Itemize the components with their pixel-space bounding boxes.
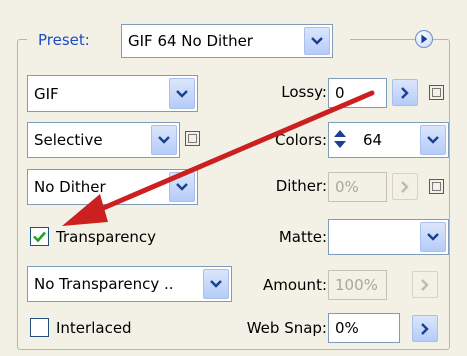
dither-algorithm-value: No Dither xyxy=(34,178,106,196)
amount-input[interactable]: 100% xyxy=(328,270,387,300)
channel-mask-icon[interactable] xyxy=(429,85,444,100)
websnap-label: Web Snap: xyxy=(246,319,327,337)
matte-select[interactable] xyxy=(328,219,449,255)
amount-value: 100% xyxy=(335,276,378,294)
chevron-down-icon[interactable] xyxy=(304,27,330,55)
websnap-value: 0% xyxy=(335,319,359,337)
chevron-down-icon[interactable] xyxy=(420,222,446,252)
transparency-dither-select[interactable]: No Transparency .. xyxy=(27,266,232,302)
preset-value: GIF 64 No Dither xyxy=(128,32,253,50)
matte-label: Matte: xyxy=(278,228,327,246)
preset-label: Preset: xyxy=(38,31,90,49)
lossy-slider-button[interactable] xyxy=(392,79,418,106)
optimize-menu-icon[interactable] xyxy=(415,30,433,48)
chevron-down-icon[interactable] xyxy=(169,172,195,202)
chevron-down-icon[interactable] xyxy=(420,125,446,155)
interlaced-checkbox[interactable] xyxy=(30,318,49,337)
chevron-down-icon[interactable] xyxy=(151,125,177,155)
dither-value: 0% xyxy=(335,178,359,196)
transparency-checkbox[interactable] xyxy=(30,227,49,246)
dither-algorithm-select[interactable]: No Dither xyxy=(27,169,198,205)
preset-select[interactable]: GIF 64 No Dither xyxy=(121,24,333,58)
interlaced-label[interactable]: Interlaced xyxy=(56,319,132,337)
transparency-dither-value: No Transparency .. xyxy=(34,275,174,293)
reduction-select[interactable]: Selective xyxy=(27,122,180,158)
chevron-down-icon[interactable] xyxy=(203,269,229,299)
channel-mask-icon[interactable] xyxy=(185,131,200,146)
lossy-value: 0 xyxy=(335,84,345,102)
dither-input[interactable]: 0% xyxy=(328,172,387,202)
format-value: GIF xyxy=(34,84,59,103)
colors-stepper[interactable] xyxy=(331,126,349,152)
dither-label: Dither: xyxy=(275,177,327,195)
colors-value: 64 xyxy=(363,131,383,149)
format-select[interactable]: GIF xyxy=(27,75,198,112)
amount-label: Amount: xyxy=(263,276,327,294)
dither-slider-button[interactable] xyxy=(392,173,418,200)
transparency-label[interactable]: Transparency xyxy=(56,228,156,246)
lossy-input[interactable]: 0 xyxy=(328,78,387,108)
chevron-down-icon[interactable] xyxy=(169,78,195,109)
reduction-value: Selective xyxy=(34,131,103,149)
channel-mask-icon[interactable] xyxy=(429,179,444,194)
lossy-label: Lossy: xyxy=(281,83,327,101)
colors-label: Colors: xyxy=(274,131,327,149)
stepper-icon xyxy=(334,130,346,148)
amount-slider-button[interactable] xyxy=(412,271,438,298)
checkmark-icon xyxy=(33,231,46,243)
websnap-slider-button[interactable] xyxy=(412,315,438,342)
websnap-input[interactable]: 0% xyxy=(328,313,400,343)
